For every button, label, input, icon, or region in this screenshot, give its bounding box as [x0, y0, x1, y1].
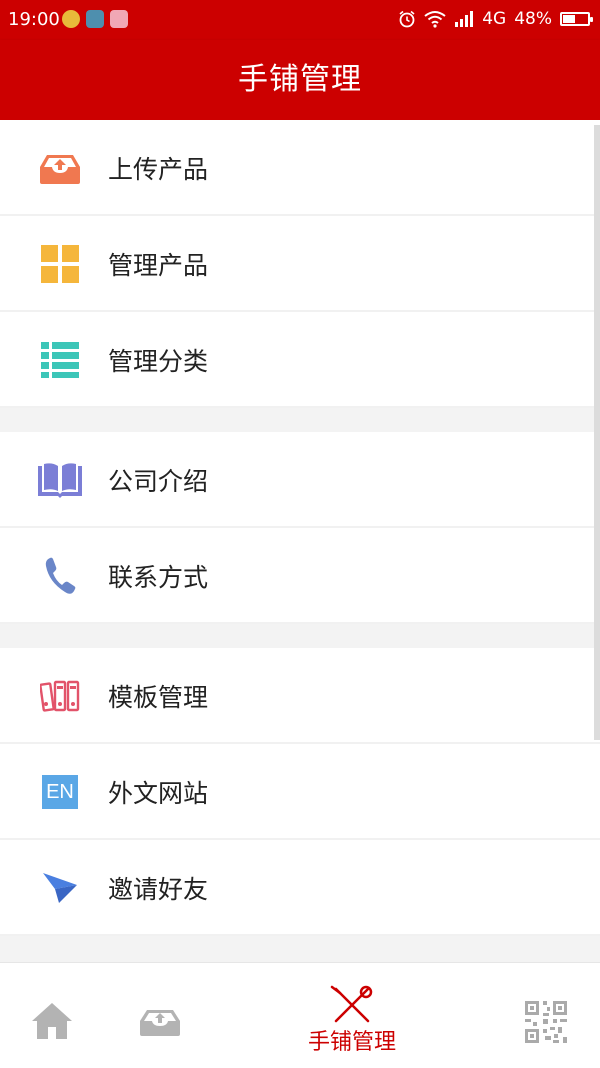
photos-notification-icon: [110, 10, 128, 28]
qr-code-icon: [525, 1001, 567, 1043]
section-divider: [0, 624, 600, 648]
wifi-icon: [424, 11, 446, 28]
tab-home[interactable]: [30, 963, 76, 1068]
paper-plane-icon: [38, 868, 82, 908]
phone-icon: [38, 556, 82, 596]
screenshot-notification-icon: [86, 10, 104, 28]
scrollbar[interactable]: [594, 125, 600, 740]
alarm-icon: [399, 10, 415, 28]
signal-icon: [455, 11, 474, 27]
menu-item-manage-categories[interactable]: 管理分类: [0, 312, 600, 408]
binders-icon: [38, 676, 82, 716]
battery-percent: 48%: [514, 9, 552, 29]
menu-item-company-intro[interactable]: 公司介绍: [0, 432, 600, 528]
menu-item-label: 联系方式: [108, 563, 209, 592]
status-bar: 19:00 4G 48%: [0, 0, 600, 40]
status-time: 19:00: [8, 9, 60, 30]
book-icon: [38, 460, 82, 500]
menu-item-label: 管理分类: [108, 347, 209, 376]
menu-item-manage-products[interactable]: 管理产品: [0, 216, 600, 312]
menu-item-label: 外文网站: [108, 779, 209, 808]
tab-shop-management-label: 手铺管理: [308, 1030, 397, 1055]
notification-icons: [62, 10, 128, 28]
menu-item-contact[interactable]: 联系方式: [0, 528, 600, 624]
upload-tray-icon: [140, 1010, 180, 1036]
menu-item-label: 公司介绍: [108, 467, 209, 496]
tools-icon: [330, 985, 373, 1023]
menu-item-upload-product[interactable]: 上传产品: [0, 120, 600, 216]
menu-item-label: 管理产品: [108, 251, 209, 280]
battery-icon: [560, 12, 593, 26]
page-title: 手铺管理: [238, 62, 362, 97]
home-icon: [32, 1003, 72, 1039]
network-type: 4G: [482, 9, 507, 29]
battery-level: [563, 15, 575, 23]
en-icon-text: EN: [42, 775, 78, 809]
menu-item-template-management[interactable]: 模板管理: [0, 648, 600, 744]
tab-qr-code[interactable]: [525, 963, 569, 1068]
app-notification-icon: [62, 10, 80, 28]
menu-item-label: 上传产品: [108, 155, 209, 184]
menu-item-invite-friends[interactable]: 邀请好友: [0, 840, 600, 936]
menu-item-foreign-site[interactable]: EN 外文网站: [0, 744, 600, 840]
app-header: 手铺管理: [0, 40, 600, 120]
section-divider: [0, 408, 600, 432]
bottom-tab-bar: [0, 962, 600, 1068]
en-icon: EN: [38, 772, 82, 812]
tab-upload[interactable]: [138, 963, 182, 1068]
status-right: 4G 48%: [398, 9, 593, 29]
menu-list: 上传产品 管理产品 管理分类 公司介绍 联系方式 模板管理 EN 外文网站 邀请…: [0, 120, 600, 936]
list-icon: [38, 340, 82, 380]
menu-item-label: 模板管理: [108, 683, 209, 712]
upload-tray-icon: [38, 148, 82, 188]
menu-item-label: 邀请好友: [108, 875, 209, 904]
grid-icon: [38, 244, 82, 284]
